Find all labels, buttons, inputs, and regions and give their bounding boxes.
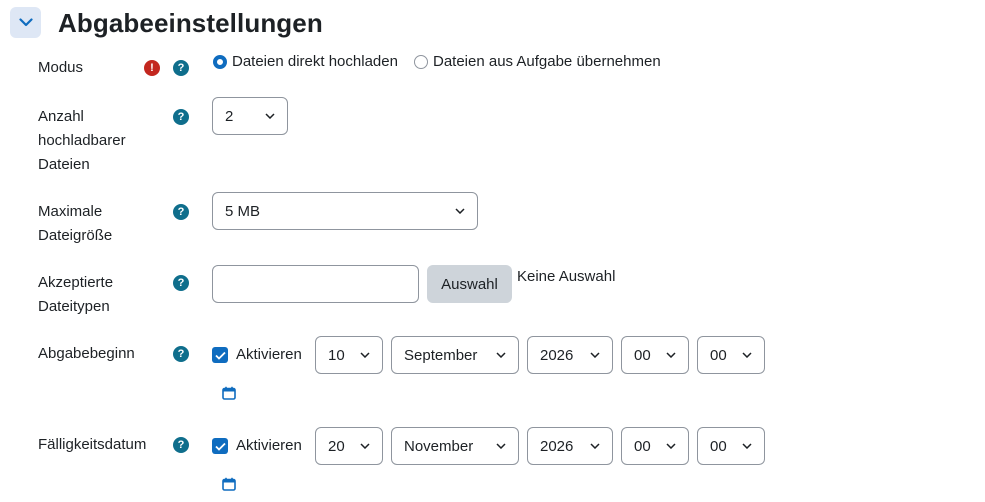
chevron-down-icon	[742, 352, 752, 358]
select-value: 00	[634, 346, 651, 364]
chevron-down-icon	[18, 18, 33, 27]
label-line: Anzahl	[38, 108, 84, 125]
section-title: Abgabeeinstellungen	[58, 8, 323, 38]
max-files-select[interactable]: 2	[212, 97, 288, 135]
help-icon[interactable]: ?	[173, 204, 189, 220]
due-enable-label: Aktivieren	[236, 437, 302, 454]
start-year-select[interactable]: 2026	[527, 336, 613, 374]
start-minute-select[interactable]: 00	[697, 336, 765, 374]
label-line: Dateitypen	[38, 298, 110, 315]
help-icon[interactable]: ?	[173, 437, 189, 453]
file-types-status: Keine Auswahl	[517, 268, 616, 285]
chevron-down-icon	[265, 113, 275, 119]
chevron-down-icon	[496, 443, 506, 449]
label-line: hochladbarer	[38, 132, 126, 149]
file-types-input[interactable]	[212, 265, 419, 303]
collapse-section-button[interactable]	[10, 7, 41, 38]
chevron-down-icon	[496, 352, 506, 358]
select-value: 2026	[540, 346, 574, 364]
label-line: Maximale	[38, 203, 103, 220]
start-date-label: Abgabebeginn	[38, 345, 135, 362]
help-icon[interactable]: ?	[173, 109, 189, 125]
select-value: 20	[328, 437, 345, 455]
chevron-down-icon	[590, 352, 600, 358]
start-month-select[interactable]: September	[391, 336, 519, 374]
choose-file-types-button[interactable]: Auswahl	[427, 265, 512, 303]
due-date-label: Fälligkeitsdatum	[38, 436, 147, 453]
modus-label: Modus	[38, 59, 84, 76]
select-value: September	[404, 346, 478, 364]
select-value: 10	[328, 346, 345, 364]
help-icon[interactable]: ?	[173, 346, 189, 362]
help-icon[interactable]: ?	[173, 60, 189, 76]
max-files-label: Anzahl hochladbarer Dateien	[38, 105, 126, 177]
check-icon	[214, 442, 226, 451]
radio-label: Dateien aus Aufgabe übernehmen	[433, 53, 661, 70]
select-value: 5 MB	[225, 202, 261, 220]
chevron-down-icon	[666, 443, 676, 449]
required-icon: !	[144, 60, 160, 76]
check-icon	[214, 351, 226, 360]
file-types-label: Akzeptierte Dateitypen	[38, 271, 113, 319]
help-icon[interactable]: ?	[173, 275, 189, 291]
due-month-select[interactable]: November	[391, 427, 519, 465]
max-size-label: Maximale Dateigröße	[38, 200, 112, 248]
start-day-select[interactable]: 10	[315, 336, 383, 374]
select-value: November	[404, 437, 474, 455]
due-year-select[interactable]: 2026	[527, 427, 613, 465]
radio-selected-indicator[interactable]	[213, 54, 227, 69]
max-size-select[interactable]: 5 MB	[212, 192, 478, 230]
chevron-down-icon	[590, 443, 600, 449]
chevron-down-icon	[360, 352, 370, 358]
radio-unselected-indicator[interactable]	[414, 54, 428, 69]
due-hour-select[interactable]: 00	[621, 427, 689, 465]
radio-upload-direct[interactable]: Dateien direkt hochladen	[213, 53, 398, 70]
start-hour-select[interactable]: 00	[621, 336, 689, 374]
select-value: 00	[710, 346, 727, 364]
label-line: Akzeptierte	[38, 274, 114, 291]
select-value: 2026	[540, 437, 574, 455]
due-enable-checkbox[interactable]	[212, 438, 228, 454]
start-enable-label: Aktivieren	[236, 346, 302, 363]
chevron-down-icon	[666, 352, 676, 358]
due-day-select[interactable]: 20	[315, 427, 383, 465]
chevron-down-icon	[360, 443, 370, 449]
chevron-down-icon	[455, 208, 465, 214]
chevron-down-icon	[742, 443, 752, 449]
calendar-icon[interactable]	[222, 386, 236, 400]
select-value: 00	[634, 437, 651, 455]
select-value: 00	[710, 437, 727, 455]
select-value: 2	[225, 107, 234, 125]
due-minute-select[interactable]: 00	[697, 427, 765, 465]
radio-label: Dateien direkt hochladen	[232, 53, 398, 70]
calendar-icon[interactable]	[222, 477, 236, 491]
label-line: Dateien	[38, 156, 90, 173]
label-line: Dateigröße	[38, 227, 113, 244]
start-enable-checkbox[interactable]	[212, 347, 228, 363]
radio-from-assignment[interactable]: Dateien aus Aufgabe übernehmen	[414, 53, 661, 70]
